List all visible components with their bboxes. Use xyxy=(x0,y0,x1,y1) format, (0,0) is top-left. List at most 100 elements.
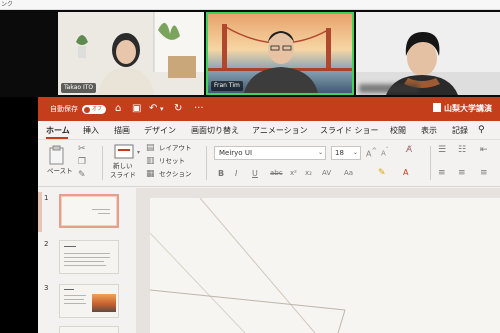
font-name-select[interactable]: Meiryo UI ⌄ xyxy=(214,146,326,160)
tab-design[interactable]: デザイン xyxy=(144,124,176,137)
lightbulb-icon[interactable]: ⚲ xyxy=(478,124,485,137)
clear-formatting-icon[interactable]: A̸ xyxy=(406,146,412,155)
bold-button[interactable]: B xyxy=(218,169,224,178)
decrease-font-icon[interactable]: Aˇ xyxy=(381,147,389,158)
subscript-button[interactable]: x₂ xyxy=(305,169,312,178)
thumb-text-line xyxy=(64,299,84,300)
cut-icon[interactable]: ✂ xyxy=(78,144,86,154)
slide-thumbnail[interactable] xyxy=(59,240,119,274)
slide-thumbnail-content xyxy=(62,197,116,225)
autosave-label: 自動保存 xyxy=(50,105,78,113)
tab-transitions[interactable]: 画面切り替え xyxy=(191,124,239,137)
align-left-icon[interactable]: ≡ xyxy=(438,168,446,178)
highlight-icon[interactable]: ✎ xyxy=(378,168,386,178)
slide-number: 2 xyxy=(44,240,49,248)
format-painter-icon[interactable]: ✎ xyxy=(78,170,86,180)
slide-editor-canvas[interactable] xyxy=(136,188,500,333)
superscript-button[interactable]: x² xyxy=(290,169,297,178)
tab-view[interactable]: 表示 xyxy=(421,124,437,137)
thumb-text-line xyxy=(98,213,110,214)
font-size-value: 18 xyxy=(335,149,344,157)
underline-button[interactable]: U xyxy=(252,169,258,178)
participant-video xyxy=(356,12,500,95)
font-name-value: Meiryo UI xyxy=(219,149,253,157)
new-slide-dropdown-icon[interactable]: ▾ xyxy=(137,148,140,158)
thumb-photo xyxy=(92,294,116,312)
participant-tile[interactable]: Takao ITO xyxy=(58,12,204,95)
current-slide[interactable] xyxy=(150,198,500,333)
video-gallery: Takao ITO Fran Tim xyxy=(0,10,500,97)
tab-record[interactable]: 記録 xyxy=(452,124,468,137)
participant-name-redacted xyxy=(359,84,419,93)
save-icon[interactable]: ▣ xyxy=(132,102,141,116)
new-slide-icon[interactable] xyxy=(114,144,134,160)
new-slide-label[interactable]: 新しい xyxy=(113,162,133,171)
align-right-icon[interactable]: ≡ xyxy=(480,168,488,178)
strikethrough-button[interactable]: abc xyxy=(270,169,283,178)
tab-draw[interactable]: 描画 xyxy=(114,124,130,137)
copy-icon[interactable]: ❐ xyxy=(78,157,86,167)
tab-slideshow[interactable]: スライド ショー xyxy=(320,124,379,137)
undo-icon[interactable]: ↶ xyxy=(149,102,157,116)
participant-tile-active-speaker[interactable]: Fran Tim xyxy=(206,12,354,95)
chevron-down-icon: ⌄ xyxy=(317,149,323,156)
decrease-indent-icon[interactable]: ⇤ xyxy=(480,145,488,155)
ribbon-separator xyxy=(430,146,431,180)
home-icon[interactable]: ⌂ xyxy=(115,102,121,116)
new-slide-label-2[interactable]: スライド xyxy=(110,171,136,180)
chevron-down-icon: ⌄ xyxy=(352,149,358,156)
layout-label[interactable]: レイアウト xyxy=(159,144,192,153)
thumb-heading-line xyxy=(64,246,76,247)
increase-font-icon[interactable]: A^ xyxy=(366,147,377,159)
undo-dropdown-icon[interactable]: ▾ xyxy=(160,102,164,116)
participant-name: Fran Tim xyxy=(211,81,243,91)
section-label[interactable]: セクション xyxy=(159,170,192,179)
participant-tile[interactable] xyxy=(356,12,500,95)
reset-label[interactable]: リセット xyxy=(159,157,185,166)
character-spacing-button[interactable]: AV xyxy=(322,169,331,178)
autosave-state: オフ xyxy=(92,106,103,112)
slide-decorative-lines xyxy=(150,198,346,333)
autosave-toggle[interactable]: オフ xyxy=(82,105,106,114)
paste-label[interactable]: ペースト xyxy=(47,167,73,176)
change-case-button[interactable]: Aa xyxy=(344,169,353,178)
font-size-select[interactable]: 18 ⌄ xyxy=(331,146,361,160)
layout-icon[interactable]: ▤ xyxy=(146,143,155,153)
more-icon[interactable]: ··· xyxy=(194,102,204,116)
slide-thumbnail-pane: 1 2 3 xyxy=(38,188,136,333)
top-strip-text: ンク xyxy=(1,1,14,8)
section-icon[interactable]: ▦ xyxy=(146,169,155,179)
ribbon-separator xyxy=(102,146,103,180)
slide-number: 1 xyxy=(44,194,49,202)
thumb-text-line xyxy=(64,265,106,266)
slide-thumbnail[interactable] xyxy=(59,326,119,333)
bullets-icon[interactable]: ☰ xyxy=(438,145,446,155)
ribbon-tabs: ホーム 挿入 描画 デザイン 画面切り替え アニメーション スライド ショー 校… xyxy=(38,121,500,140)
thumb-text-line xyxy=(64,261,104,262)
redo-icon[interactable]: ↻ xyxy=(174,102,182,116)
screen: ンク Takao ITO Fran Tim 自動保存 オフ ⌂ ▣ ↶ ▾ ↻ … xyxy=(0,0,500,333)
paste-icon[interactable] xyxy=(48,145,66,165)
font-color-icon[interactable]: A xyxy=(403,168,408,177)
top-strip: ンク xyxy=(0,0,500,10)
ribbon-home: ペースト ✂ ❐ ✎ 新しい スライド ▾ ▤ レイアウト ▥ リセット ▦ セ… xyxy=(38,140,500,187)
participant-name: Takao ITO xyxy=(61,83,97,93)
tab-review[interactable]: 校閲 xyxy=(390,124,406,137)
numbering-icon[interactable]: ☷ xyxy=(458,145,466,155)
powerpoint-window: 自動保存 オフ ⌂ ▣ ↶ ▾ ↻ ··· 山梨大学講演 ホーム 挿入 描画 デ… xyxy=(38,97,500,333)
selected-slide-indicator xyxy=(38,192,42,232)
thumb-text-line xyxy=(64,303,86,304)
document-icon xyxy=(433,103,441,112)
tab-animations[interactable]: アニメーション xyxy=(252,124,308,137)
slide-thumbnail[interactable] xyxy=(59,194,119,228)
tab-insert[interactable]: 挿入 xyxy=(83,124,99,137)
title-bar: 自動保存 オフ ⌂ ▣ ↶ ▾ ↻ ··· 山梨大学講演 xyxy=(38,97,500,121)
thumb-text-line xyxy=(64,295,86,296)
tab-home[interactable]: ホーム xyxy=(46,124,70,137)
align-center-icon[interactable]: ≡ xyxy=(458,168,466,178)
reset-icon[interactable]: ▥ xyxy=(146,156,155,166)
toggle-knob xyxy=(84,106,90,113)
thumb-text-line xyxy=(64,257,110,258)
slide-thumbnail[interactable] xyxy=(59,284,119,318)
italic-button[interactable]: I xyxy=(235,169,237,178)
